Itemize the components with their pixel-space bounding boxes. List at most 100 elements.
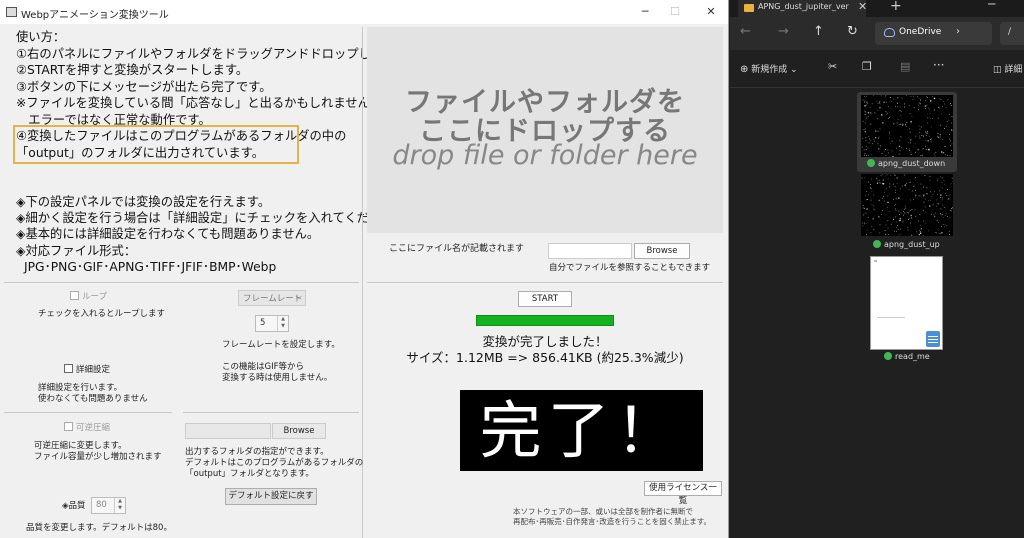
dust-particle	[941, 181, 943, 183]
close-tab-icon[interactable]: ✕	[858, 0, 867, 13]
dust-particle	[915, 196, 916, 198]
minimize-icon[interactable]: ─	[988, 0, 995, 11]
dust-particle	[923, 220, 924, 222]
file-path-field[interactable]	[548, 243, 632, 259]
dust-particle	[906, 182, 907, 184]
dust-particle	[881, 114, 883, 116]
spinner-arrows-icon[interactable]: ▲ ▼	[277, 316, 288, 331]
dust-particle	[887, 149, 889, 151]
up-arrow-icon[interactable]: ↑	[813, 24, 824, 39]
browse-note: 自分でファイルを参照することもできます	[549, 263, 711, 273]
output-folder-field[interactable]	[185, 423, 271, 439]
more-options-icon[interactable]: ···	[933, 58, 944, 72]
dust-particle	[897, 102, 898, 104]
dust-particle	[865, 137, 867, 139]
dust-particle	[866, 104, 868, 106]
drop-zone[interactable]: ファイルやフォルダを ここにドロップする drop file or folder…	[367, 27, 723, 233]
start-button[interactable]: START	[518, 291, 572, 307]
paste-icon[interactable]: ▤	[900, 60, 910, 73]
dust-particle	[877, 110, 879, 112]
forward-arrow-icon[interactable]: →	[778, 24, 789, 39]
dust-particle	[925, 211, 926, 213]
dust-particle	[882, 179, 884, 181]
dust-particle	[872, 218, 874, 220]
dust-particle	[941, 151, 943, 153]
spinner-arrows-icon[interactable]: ▲ ▼	[114, 498, 125, 513]
copy-icon[interactable]: ❐	[862, 60, 872, 73]
dust-particle	[877, 102, 879, 104]
dust-particle	[864, 119, 866, 121]
close-button[interactable]: ✕	[696, 2, 726, 22]
dust-particle	[904, 208, 906, 210]
dust-particle	[907, 229, 909, 231]
browse-button[interactable]: Browse	[634, 243, 690, 259]
dust-particle	[908, 189, 910, 190]
reversible-checkbox[interactable]: 可逆圧縮	[64, 422, 110, 434]
dust-particle	[914, 209, 916, 211]
dust-particle	[924, 206, 926, 208]
checkbox-box	[64, 422, 73, 431]
output-browse-button[interactable]: Browse	[272, 423, 326, 439]
dust-particle	[894, 175, 896, 176]
dust-particle	[939, 233, 941, 234]
license-button[interactable]: 使用ライセンス一覧	[644, 481, 722, 506]
dust-particle	[906, 212, 908, 213]
dust-particle	[948, 230, 950, 232]
output-description: デフォルトはこのプログラムがあるフォルダの	[185, 458, 364, 468]
dust-particle	[924, 175, 926, 176]
new-menu-button[interactable]: ⊕ 新規作成 ⌄	[740, 62, 798, 75]
details-pane-icon: ◫	[993, 65, 1002, 75]
new-tab-icon[interactable]: +	[890, 0, 902, 14]
dust-particle	[900, 136, 902, 138]
dust-particle	[919, 102, 921, 105]
dust-particle	[940, 213, 941, 214]
dust-particle	[898, 197, 900, 199]
dust-particle	[867, 199, 868, 200]
minimize-button[interactable]: ─	[630, 2, 660, 22]
refresh-icon[interactable]: ↻	[847, 24, 858, 39]
read-me-thumbnail[interactable]	[870, 256, 943, 350]
apng-dust-up-thumbnail[interactable]	[861, 174, 953, 236]
dust-particle	[884, 200, 885, 202]
dust-particle	[918, 102, 920, 104]
dust-particle	[942, 205, 944, 207]
explorer-tab[interactable]: APNG_dust_jupiter_ver	[738, 0, 866, 17]
dust-particle	[873, 95, 874, 96]
quality-spinner[interactable]: 80 ▲ ▼	[91, 497, 126, 514]
dust-particle	[864, 122, 866, 124]
dust-particle	[877, 130, 879, 132]
address-overflow[interactable]: /	[1000, 22, 1024, 45]
dust-particle	[944, 103, 946, 105]
dust-particle	[939, 136, 941, 138]
details-pane-button[interactable]: ◫ 詳細	[993, 62, 1022, 75]
copyright-note: 再配布･再販売･自作発言･改造を行うことを固く禁止ます。	[513, 517, 711, 526]
dust-particle	[880, 174, 882, 176]
cut-icon[interactable]: ✂	[828, 60, 837, 73]
dust-particle	[910, 151, 912, 153]
dust-particle	[905, 207, 907, 209]
dust-particle	[909, 113, 911, 114]
doc-text-line	[877, 317, 905, 318]
dust-particle	[899, 150, 901, 152]
checkbox-box	[70, 291, 79, 300]
framerate-combo[interactable]: フレームレート ⌵	[238, 290, 306, 306]
dust-particle	[919, 195, 921, 197]
address-bar[interactable]: OneDrive ›	[875, 22, 992, 45]
dust-particle	[933, 214, 935, 216]
loop-checkbox[interactable]: ループ	[70, 291, 107, 303]
dust-particle	[939, 176, 941, 178]
dust-particle	[951, 143, 953, 145]
dust-particle	[925, 193, 927, 194]
reset-defaults-button[interactable]: デフォルト設定に戻す	[225, 488, 317, 505]
dust-particle	[919, 214, 921, 215]
dust-particle	[904, 103, 905, 105]
dust-particle	[915, 194, 916, 196]
framerate-spinner[interactable]: 5 ▲ ▼	[255, 315, 289, 332]
back-arrow-icon[interactable]: ←	[740, 24, 751, 39]
dust-particle	[920, 126, 922, 128]
dust-particle	[940, 99, 942, 100]
file-name-text: read_me	[895, 352, 930, 361]
detail-settings-checkbox[interactable]: 詳細設定	[64, 364, 110, 376]
maximize-button[interactable]: ☐	[660, 2, 690, 22]
dust-particle	[951, 122, 952, 124]
